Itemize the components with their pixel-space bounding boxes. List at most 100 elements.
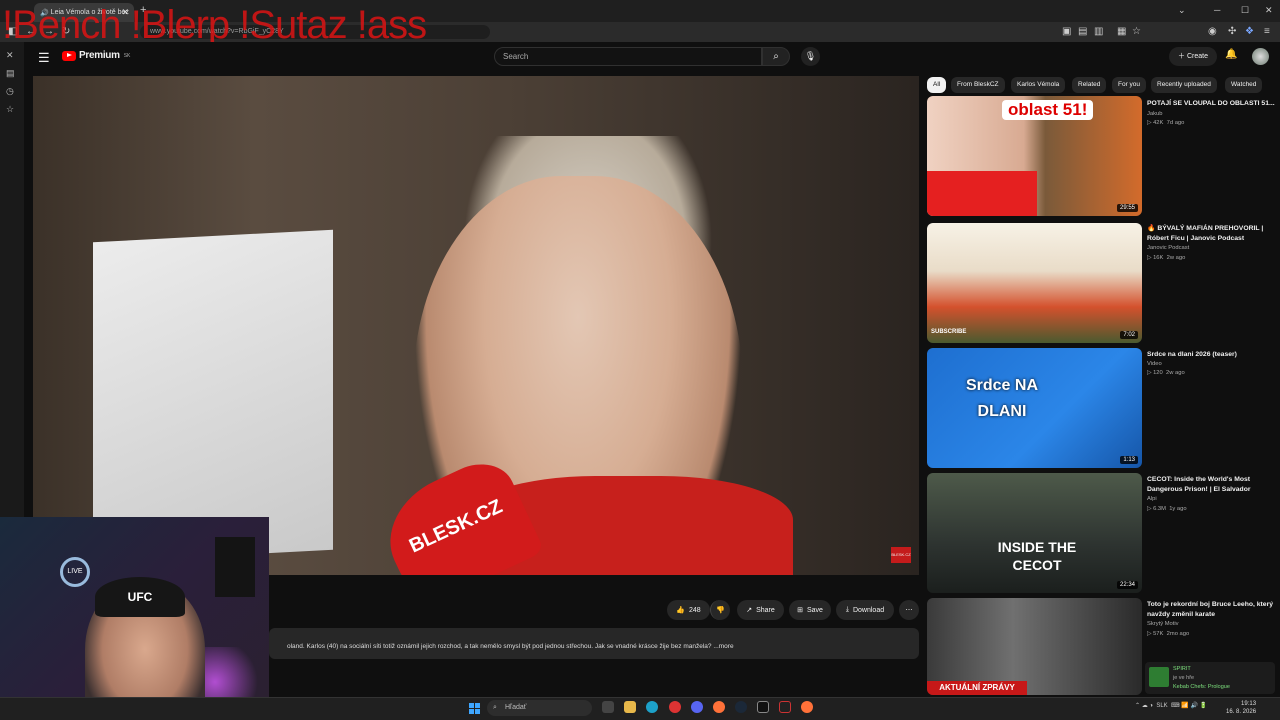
rec-title[interactable]: Srdce na dlani 2026 (teaser)	[1147, 350, 1275, 360]
logo-region: SK	[123, 52, 131, 59]
video-player[interactable]: BLESK.CZ BLESK.CZ	[33, 76, 919, 575]
menu-icon[interactable]: ≡	[1264, 26, 1270, 37]
collections-icon[interactable]: ▤	[6, 68, 15, 79]
browser-icon[interactable]	[801, 701, 813, 713]
thumbnail-text: Srdce NA DLANI	[965, 377, 1039, 420]
chip-related[interactable]: Related	[1072, 77, 1107, 93]
firefox-icon[interactable]	[713, 701, 725, 713]
rec-age: 2w ago	[1166, 255, 1186, 261]
streamer-cap: UFC	[95, 577, 185, 617]
channel-watermark[interactable]: BLESK.CZ	[891, 547, 911, 563]
extension-icon[interactable]: ▣	[1062, 26, 1071, 37]
chip-karlos-vemola[interactable]: Karlos Vémola	[1011, 77, 1066, 93]
chip-watched[interactable]: Watched	[1225, 77, 1263, 93]
rec-age: 1y ago	[1169, 506, 1187, 512]
rec-title[interactable]: POTAJÍ SE VLOUPAL DO OBLASTI 51...	[1147, 99, 1275, 109]
maximize-icon[interactable]: ☐	[1241, 5, 1249, 16]
download-button[interactable]: ⤓ Download	[836, 600, 894, 620]
voice-search-button[interactable]: 🎙	[801, 47, 820, 66]
video-description[interactable]: oland. Karlos (40) na sociální síti toti…	[269, 628, 919, 659]
background-poster	[93, 229, 333, 563]
clock-time: 19:13	[1241, 701, 1257, 707]
search-input[interactable]: Search	[494, 47, 762, 66]
file-explorer-icon[interactable]	[624, 701, 636, 713]
chip-from-bleskcz[interactable]: From BleskCZ	[951, 77, 1005, 93]
steam-icon[interactable]	[735, 701, 747, 713]
rec-meta: ▷ 120 2w ago	[1147, 370, 1185, 376]
download-label: Download	[852, 606, 885, 614]
video-thumbnail[interactable]: AKTUÁLNÍ ZPRÁVY	[927, 598, 1142, 695]
guide-menu-icon[interactable]: ☰	[38, 50, 50, 66]
chip-for-you[interactable]: For you	[1112, 77, 1147, 93]
rec-views: 16K	[1153, 255, 1164, 261]
search-icon: ⌕	[773, 51, 779, 62]
rec-channel[interactable]: Video	[1147, 361, 1162, 367]
thumbnail-text: AKTUÁLNÍ ZPRÁVY	[927, 681, 1027, 695]
video-thumbnail[interactable]: oblast 51! 29:55	[927, 96, 1142, 216]
close-window-icon[interactable]: ✕	[1265, 5, 1273, 16]
create-button[interactable]: ＋ Create	[1169, 47, 1217, 66]
duration-badge: 22:34	[1116, 581, 1138, 589]
rec-age: 2w ago	[1165, 370, 1185, 376]
extensions-icon[interactable]: ✣	[1228, 26, 1236, 37]
rec-age: 2mo ago	[1166, 631, 1190, 637]
create-label: Create	[1186, 53, 1208, 60]
edge-icon[interactable]	[646, 701, 658, 713]
discord-icon[interactable]	[691, 701, 703, 713]
chip-recently-uploaded[interactable]: Recently uploaded	[1151, 77, 1217, 93]
share-label: Share	[756, 606, 775, 614]
avatar[interactable]	[1252, 48, 1269, 65]
system-tray[interactable]: ⌃ ☁ ◑ SLK ⌨ 📶 🔊 🔋	[1135, 702, 1207, 709]
video-thumbnail[interactable]: INSIDE THE CECOT 22:34	[927, 473, 1142, 593]
search-button[interactable]: ⌕	[762, 47, 790, 66]
save-label: Save	[806, 606, 823, 614]
video-thumbnail[interactable]: SUBSCRIBE 7:02	[927, 223, 1142, 343]
save-button[interactable]: ⊞ Save	[789, 600, 831, 620]
rec-views: 120	[1153, 370, 1163, 376]
logo-text: Premium	[79, 50, 120, 61]
app-icon[interactable]	[779, 701, 791, 713]
history-icon[interactable]: ◷	[6, 86, 14, 97]
favorites-icon[interactable]: ☆	[6, 104, 14, 115]
extension-icon[interactable]: ▤	[1078, 26, 1087, 37]
rec-channel[interactable]: Skrytý Motiv	[1147, 621, 1179, 627]
youtube-logo[interactable]: Premium SK	[62, 50, 130, 61]
tab-list-icon[interactable]: ⌄	[1178, 5, 1186, 16]
taskbar-clock[interactable]: 19:13 16. 8. 2026	[1226, 700, 1256, 716]
rec-channel[interactable]: Janovic Podcast	[1147, 245, 1189, 251]
share-button[interactable]: ↗ Share	[737, 600, 784, 620]
rec-views: 57K	[1153, 631, 1164, 637]
rec-channel[interactable]: Jakub	[1147, 111, 1162, 117]
rec-title[interactable]: 🔥 BÝVALÝ MAFIÁN PREHOVORIL | Róbert Ficu…	[1147, 224, 1275, 243]
extension-icon[interactable]: ▦	[1117, 26, 1126, 37]
bookmark-star-icon[interactable]: ☆	[1132, 26, 1141, 37]
more-actions-button[interactable]: ⋯	[899, 600, 919, 620]
share-icon: ↗	[746, 607, 753, 614]
minimize-icon[interactable]: ─	[1214, 5, 1220, 15]
duration-badge: 29:55	[1116, 204, 1138, 212]
rec-title[interactable]: Toto je rekordní boj Bruce Leeho, který …	[1147, 600, 1275, 619]
thumbnail-text: INSIDE THE CECOT	[997, 539, 1077, 573]
sidebar-icon[interactable]: ✕	[6, 50, 14, 61]
rec-title[interactable]: CECOT: Inside the World's Most Dangerous…	[1147, 475, 1275, 494]
language-indicator[interactable]: SLK	[1156, 703, 1167, 709]
notifications-bell-icon[interactable]: 🔔	[1225, 49, 1237, 60]
search-icon: ⌕	[493, 704, 497, 711]
game-notification[interactable]: SPIRIT je ve hře Kebab Chefs: Prologue	[1145, 662, 1275, 694]
copilot-icon[interactable]: ❖	[1245, 26, 1254, 37]
extension-icon[interactable]: ▥	[1094, 26, 1103, 37]
download-icon: ⤓	[845, 606, 849, 613]
task-view-icon[interactable]	[602, 701, 614, 713]
like-button[interactable]: 👍 248	[667, 600, 710, 620]
windows-taskbar	[0, 697, 1280, 720]
obs-icon[interactable]	[757, 701, 769, 713]
taskbar-search-placeholder: Hľadať	[505, 704, 527, 711]
video-thumbnail[interactable]: Srdce NA DLANI 1:13	[927, 348, 1142, 468]
chip-all[interactable]: All	[927, 77, 947, 93]
rec-channel[interactable]: Alpi	[1147, 496, 1157, 502]
windows-start-icon[interactable]	[469, 703, 480, 714]
profile-icon[interactable]: ◉	[1208, 26, 1217, 37]
chrome-icon[interactable]	[669, 701, 681, 713]
dislike-button[interactable]: 👎	[710, 600, 730, 620]
taskbar-search[interactable]: ⌕ Hľadať	[487, 700, 592, 716]
